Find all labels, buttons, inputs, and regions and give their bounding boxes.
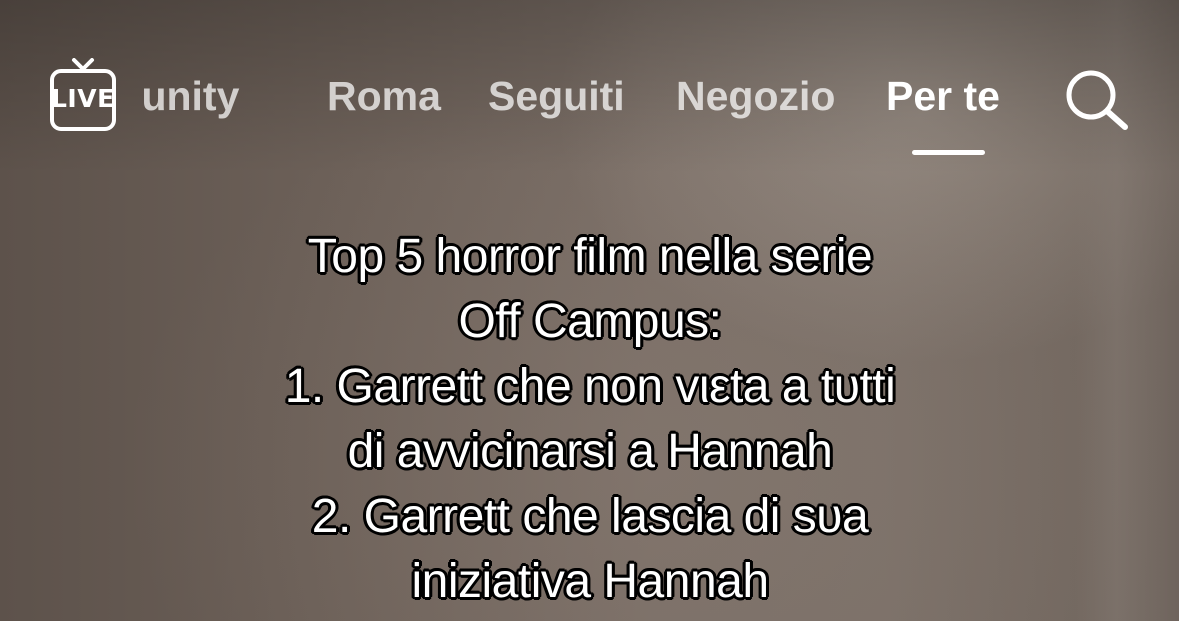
video-caption: Top 5 horror film nella serie Off Campus…	[140, 224, 1040, 614]
tab-per-te[interactable]: Per te	[886, 72, 1000, 120]
tab-roma[interactable]: Roma	[327, 72, 441, 120]
caption-line: Off Campus:	[458, 295, 722, 348]
caption-line: iniziativa Hannah	[411, 555, 769, 608]
search-icon	[1066, 70, 1128, 130]
tab-community[interactable]: munity	[141, 72, 239, 120]
live-button[interactable]: LIVE	[48, 58, 118, 132]
tab-seguiti[interactable]: Seguiti	[488, 72, 625, 120]
caption-line: Top 5 horror film nella serie	[307, 230, 873, 283]
caption-line: 1. Garrett che non vιεta a tυtti	[284, 360, 896, 413]
feed-tabs: munity Roma Seguiti Negozio Per te	[141, 60, 1041, 170]
tab-negozio[interactable]: Negozio	[676, 72, 835, 120]
caption-line: di avvicinarsi a Hannah	[347, 425, 833, 478]
active-tab-indicator	[912, 150, 985, 155]
search-button[interactable]	[1062, 66, 1132, 130]
caption-line: 2. Garrett che lascia di sυa	[311, 490, 869, 543]
live-label: LIVE	[51, 84, 115, 113]
